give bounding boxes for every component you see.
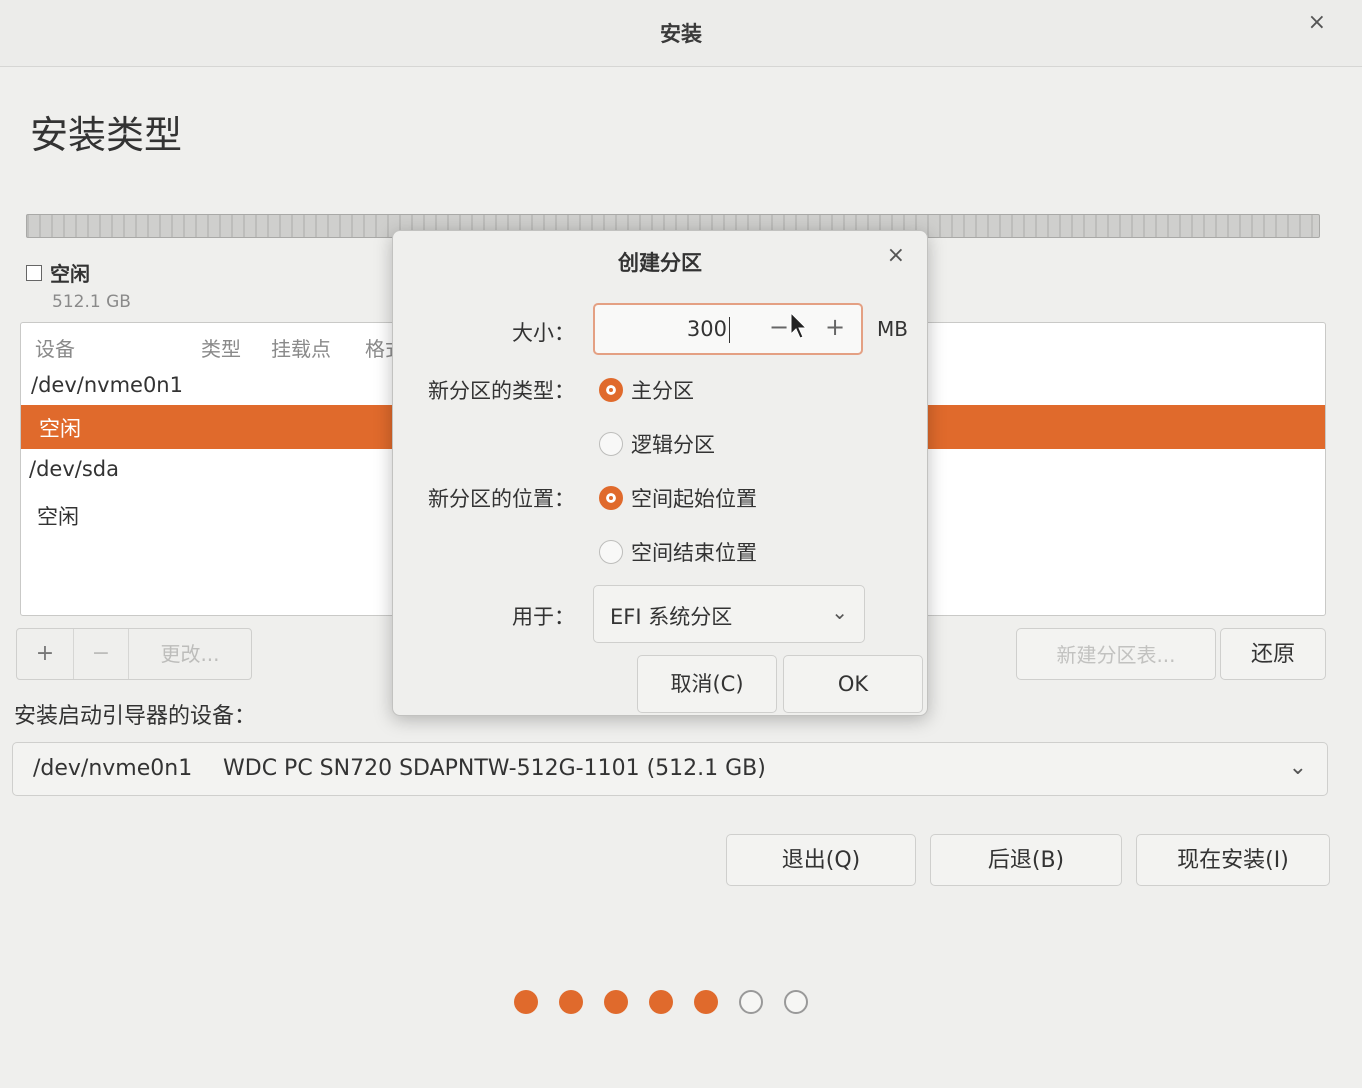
row-label: 空闲 [37,505,79,529]
progress-dot-completed [649,990,673,1014]
radio-unchecked-icon [599,540,623,564]
quit-button[interactable]: 退出(Q) [726,834,916,886]
mouse-pointer-icon [790,312,808,339]
progress-dot-pending [739,990,763,1014]
radio-label: 空间起始位置 [631,487,757,511]
bootloader-device: /dev/nvme0n1 [33,756,193,781]
size-spinbox[interactable]: 300 − + [593,303,863,355]
radio-end[interactable]: 空间结束位置 [599,537,757,567]
create-partition-dialog: 创建分区 × 大小： 300 − + MB 新分区的类型： 主分区 逻辑分区 新… [392,230,928,716]
use-as-value: EFI 系统分区 [610,605,733,629]
bootloader-device-select[interactable]: /dev/nvme0n1 WDC PC SN720 SDAPNTW-512G-1… [12,742,1328,796]
row-label: /dev/sda [29,457,119,481]
bootloader-label: 安装启动引导器的设备： [14,704,257,729]
radio-checked-icon [599,378,623,402]
title-bar: 安装 × [0,0,1362,67]
change-partition-button[interactable]: 更改... [129,629,251,679]
legend-size: 512.1 GB [52,292,131,312]
size-label: 大小： [512,321,575,345]
plus-icon[interactable]: + [825,313,845,341]
row-label: /dev/nvme0n1 [31,373,183,397]
new-partition-table-button[interactable]: 新建分区表... [1016,628,1216,680]
partition-location-label: 新分区的位置： [428,487,575,511]
use-as-select[interactable]: EFI 系统分区 ⌄ [593,585,865,643]
radio-primary[interactable]: 主分区 [599,375,694,405]
size-value[interactable]: 300 [687,317,727,341]
column-header-type[interactable]: 类型 [201,333,241,362]
add-partition-button[interactable]: + [17,629,74,679]
close-icon[interactable]: × [1308,10,1326,35]
dialog-title: 创建分区 [618,251,702,275]
chevron-down-icon: ⌄ [831,600,848,624]
installer-window: 安装 × 安装类型 空闲 512.1 GB 设备 类型 挂载点 格式 /dev/… [0,0,1362,1088]
revert-button[interactable]: 还原 [1220,628,1326,680]
close-icon[interactable]: × [887,243,905,268]
disk-legend: 空闲 512.1 GB [26,258,131,312]
progress-dot-pending [784,990,808,1014]
remove-partition-button[interactable]: − [74,629,129,679]
progress-dots [514,990,829,1014]
use-as-label: 用于： [512,605,575,629]
legend-name: 空闲 [50,262,90,286]
size-unit: MB [877,317,908,341]
row-label: 空闲 [39,417,81,441]
partition-type-label: 新分区的类型： [428,379,575,403]
chevron-down-icon: ⌄ [1288,755,1307,780]
progress-dot-completed [514,990,538,1014]
progress-dot-completed [604,990,628,1014]
bootloader-model: WDC PC SN720 SDAPNTW-512G-1101 (512.1 GB… [223,756,766,781]
window-title: 安装 [660,22,702,46]
radio-label: 主分区 [631,379,694,403]
radio-unchecked-icon [599,432,623,456]
radio-label: 逻辑分区 [631,433,715,457]
column-header-mount[interactable]: 挂载点 [271,333,331,362]
radio-logical[interactable]: 逻辑分区 [599,429,715,459]
progress-dot-completed [694,990,718,1014]
page-title: 安装类型 [30,113,183,157]
radio-label: 空间结束位置 [631,541,757,565]
radio-start[interactable]: 空间起始位置 [599,483,757,513]
text-caret [729,317,730,343]
minus-icon[interactable]: − [769,313,789,341]
legend-swatch [26,264,42,281]
progress-dot-completed [559,990,583,1014]
radio-checked-icon [599,486,623,510]
cancel-button[interactable]: 取消(C) [637,655,777,713]
partition-button-group: + − 更改... [16,628,252,680]
back-button[interactable]: 后退(B) [930,834,1122,886]
install-now-button[interactable]: 现在安装(I) [1136,834,1330,886]
column-header-device[interactable]: 设备 [35,333,75,362]
ok-button[interactable]: OK [783,655,923,713]
